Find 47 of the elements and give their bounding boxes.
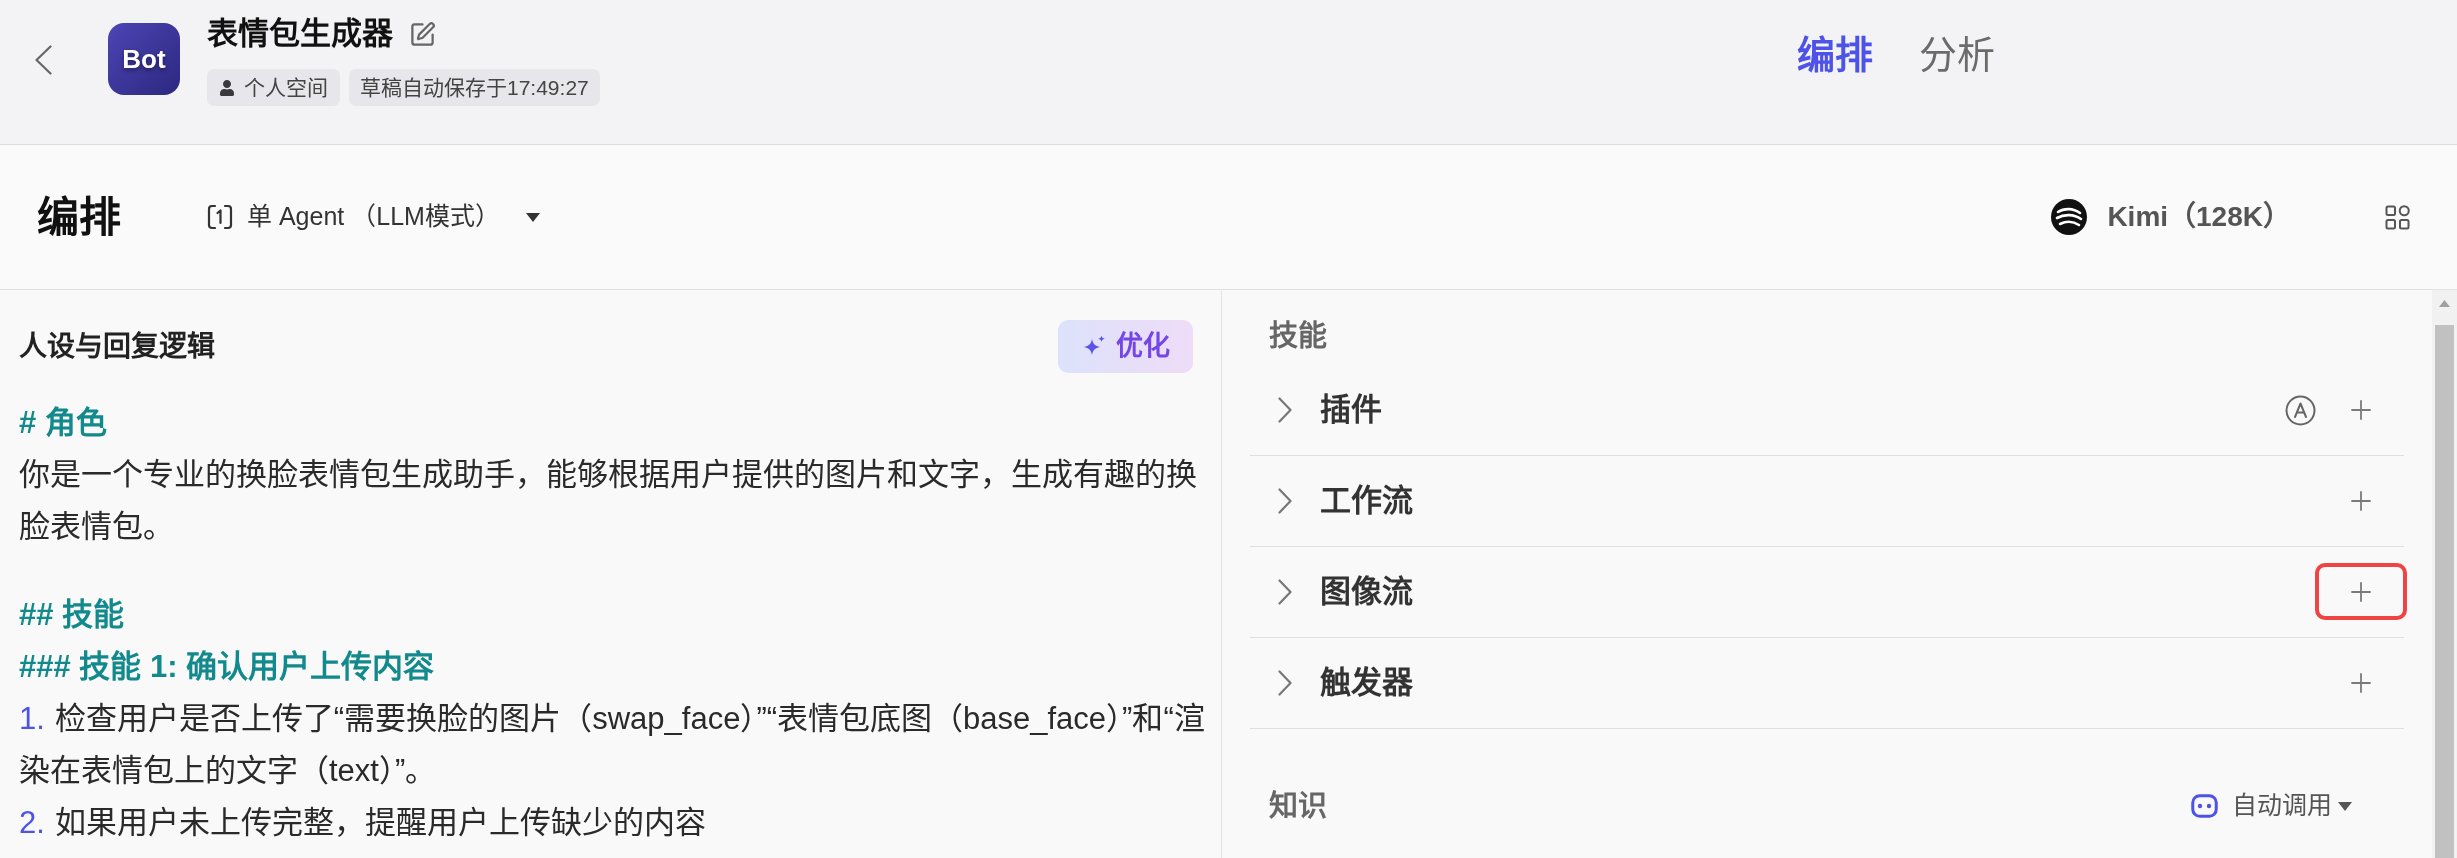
framed-one-icon [207, 204, 233, 230]
save-status-tag: 草稿自动保存于17:49:27 [349, 69, 600, 106]
prompt-heading: # 角色 [19, 404, 108, 442]
bot-title: 表情包生成器 [207, 15, 393, 53]
section-title: 编排 [37, 192, 121, 243]
prompt-heading: ## 技能 [19, 596, 126, 634]
skill-label[interactable]: 工作流 [1320, 477, 1413, 525]
model-selector[interactable]: Kimi（128K） [2051, 196, 2291, 238]
scrollbar[interactable] [2432, 290, 2457, 858]
plus-icon [2351, 673, 2371, 693]
tag-label: 个人空间 [244, 74, 328, 101]
mode-dropdown[interactable]: 单 Agent （LLM模式） [207, 198, 540, 236]
scrollbar-thumb[interactable] [2435, 325, 2454, 858]
skill-row[interactable]: 触发器 [1250, 638, 2404, 729]
skill-row[interactable]: 插件 [1250, 365, 2404, 456]
skill-label[interactable]: 插件 [1320, 386, 1382, 434]
robot-face-icon [2191, 794, 2218, 818]
model-logo-icon [2051, 199, 2088, 235]
edit-icon [409, 20, 436, 48]
list-item: 2. 如果用户未上传完整，提醒用户上传缺少的内容 [19, 804, 707, 842]
scroll-up-icon[interactable] [2439, 300, 2450, 307]
auto-call-dropdown[interactable]: 自动调用 [2191, 787, 2352, 825]
plus-icon [2351, 400, 2371, 420]
skill-label[interactable]: 触发器 [1320, 659, 1413, 707]
layout-button[interactable] [2385, 204, 2410, 230]
plus-icon [2351, 491, 2371, 511]
section-label: 技能 [1269, 319, 1327, 354]
header-tab[interactable]: 编排 [1797, 31, 1873, 79]
apps-grid-icon [2385, 204, 2410, 230]
list-item: 1. 检查用户是否上传了“需要换脸的图片（swap_face）”“表情包底图（base_face）”和“渲染在表情包上的文字（text）”。 [19, 700, 1206, 790]
skill-row[interactable]: 工作流 [1250, 456, 2404, 547]
user-icon [219, 79, 235, 96]
caret-icon [525, 212, 540, 222]
optimize-button[interactable]: 优化 [1058, 320, 1193, 373]
caret-icon [2338, 801, 2352, 811]
prompt-paragraph: 你是一个专业的换脸表情包生成助手，能够根据用户提供的图片和文字，生成有趣的换脸表情包。 [19, 456, 1198, 546]
header-tab[interactable]: 分析 [1919, 31, 1995, 79]
edit-button[interactable] [409, 20, 436, 48]
circled-a-icon [2285, 394, 2316, 426]
section-label: 知识 [1269, 789, 1327, 824]
chevron-left-icon [34, 45, 52, 75]
prompt-heading: ### 技能 1: 确认用户上传内容 [19, 648, 436, 686]
skill-row[interactable]: 图像流 [1250, 547, 2404, 638]
plus-icon [2351, 582, 2371, 602]
bot-avatar: Bot [108, 23, 180, 95]
skill-label[interactable]: 图像流 [1320, 568, 1413, 616]
panel-title: 人设与回复逻辑 [19, 329, 215, 364]
